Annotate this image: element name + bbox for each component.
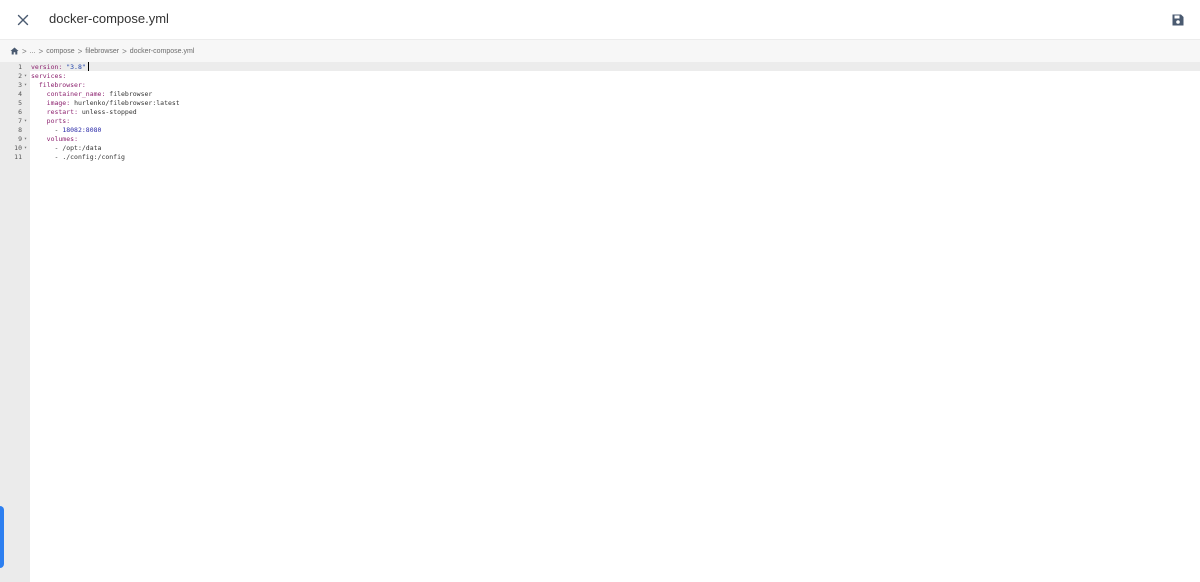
breadcrumb-item-compose[interactable]: compose [46, 48, 74, 55]
code-line[interactable]: volumes: [31, 135, 78, 144]
line-number: 3 ▾ [0, 81, 30, 90]
line-number-text: 10 [14, 144, 22, 152]
fold-toggle-icon[interactable]: ▾ [24, 117, 27, 126]
breadcrumb-separator: > [22, 46, 27, 56]
code-line[interactable]: services: [31, 72, 66, 81]
home-icon [10, 47, 19, 55]
line-number: 10 ▾ [0, 144, 30, 153]
text-cursor [88, 62, 89, 71]
code-line[interactable]: - 18082:8080 [31, 126, 101, 135]
yaml-key: version [31, 63, 59, 71]
code-line[interactable]: - ./config:/config [31, 153, 125, 162]
code-line[interactable]: image: hurlenko/filebrowser:latest [31, 99, 180, 108]
yaml-separator: : [74, 135, 78, 143]
yaml-separator: : [74, 108, 82, 116]
yaml-key: restart [46, 108, 75, 116]
breadcrumb: > ... > compose > filebrowser > docker-c… [0, 40, 1200, 62]
save-button[interactable] [1167, 9, 1189, 31]
fold-toggle-icon[interactable]: ▾ [24, 135, 27, 144]
fold-toggle-icon[interactable]: ▾ [24, 144, 27, 153]
code-line[interactable]: ports: [31, 117, 71, 126]
yaml-separator: : [62, 72, 67, 80]
yaml-key: image [46, 99, 67, 107]
line-number-text: 9 [18, 135, 22, 143]
breadcrumb-item-file[interactable]: docker-compose.yml [130, 48, 195, 55]
code-editor[interactable]: 1 version: "3.8" 2 ▾ services: 3 ▾ filebrowser… [0, 62, 1200, 582]
line-number-text: 5 [18, 99, 22, 107]
close-button[interactable] [11, 8, 35, 32]
line-number: 6 [0, 108, 30, 117]
breadcrumb-item-ellipsis[interactable]: ... [30, 48, 36, 55]
line-number: 7 ▾ [0, 117, 30, 126]
fold-toggle-icon[interactable]: ▾ [24, 81, 27, 90]
yaml-key: services [31, 72, 63, 80]
line-number-text: 6 [18, 108, 22, 116]
code-line[interactable]: version: "3.8" [31, 63, 86, 72]
side-panel-tab[interactable] [0, 506, 4, 568]
yaml-value: "3.8" [66, 63, 86, 71]
fold-toggle-icon[interactable]: ▾ [24, 72, 27, 81]
yaml-value: ./config:/config [62, 153, 125, 161]
save-icon [1172, 14, 1184, 26]
yaml-value: 18082:8080 [62, 126, 102, 134]
yaml-separator: : [81, 81, 86, 89]
yaml-value: filebrowser [109, 90, 153, 98]
yaml-value: hurlenko/filebrowser:latest [74, 99, 180, 107]
line-number-text: 1 [18, 63, 22, 71]
code-line[interactable]: restart: unless-stopped [31, 108, 137, 117]
line-number: 1 [0, 63, 30, 72]
line-number: 8 [0, 126, 30, 135]
line-number: 5 [0, 99, 30, 108]
yaml-key: container_name [46, 90, 102, 98]
breadcrumb-separator: > [122, 46, 127, 56]
line-number: 4 [0, 90, 30, 99]
breadcrumb-separator: > [38, 46, 44, 56]
yaml-value: /opt:/data [62, 144, 102, 152]
line-number-text: 2 [18, 72, 22, 80]
yaml-value: unless-stopped [81, 108, 137, 116]
active-line-highlight [0, 62, 1200, 71]
editor-header: docker-compose.yml [0, 0, 1200, 40]
code-line[interactable]: container_name: filebrowser [31, 90, 153, 99]
breadcrumb-home[interactable] [10, 47, 19, 55]
breadcrumb-item-filebrowser[interactable]: filebrowser [85, 48, 119, 55]
yaml-key: volumes [46, 135, 75, 143]
line-number: 11 [0, 153, 30, 162]
yaml-key: filebrowser [38, 81, 82, 89]
line-number: 2 ▾ [0, 72, 30, 81]
line-number-text: 11 [14, 153, 22, 161]
code-line[interactable]: filebrowser: [31, 81, 86, 90]
yaml-separator: : [66, 99, 75, 107]
line-number-text: 7 [18, 117, 22, 125]
breadcrumb-separator: > [77, 46, 83, 56]
yaml-separator: : [66, 117, 71, 125]
close-icon [17, 14, 29, 26]
code-line[interactable]: - /opt:/data [31, 144, 101, 153]
file-title: docker-compose.yml [49, 11, 169, 26]
line-number-text: 4 [18, 90, 22, 98]
line-number-text: 3 [18, 81, 22, 89]
line-number-text: 8 [18, 126, 22, 134]
line-number: 9 ▾ [0, 135, 30, 144]
yaml-key: ports [46, 117, 67, 125]
